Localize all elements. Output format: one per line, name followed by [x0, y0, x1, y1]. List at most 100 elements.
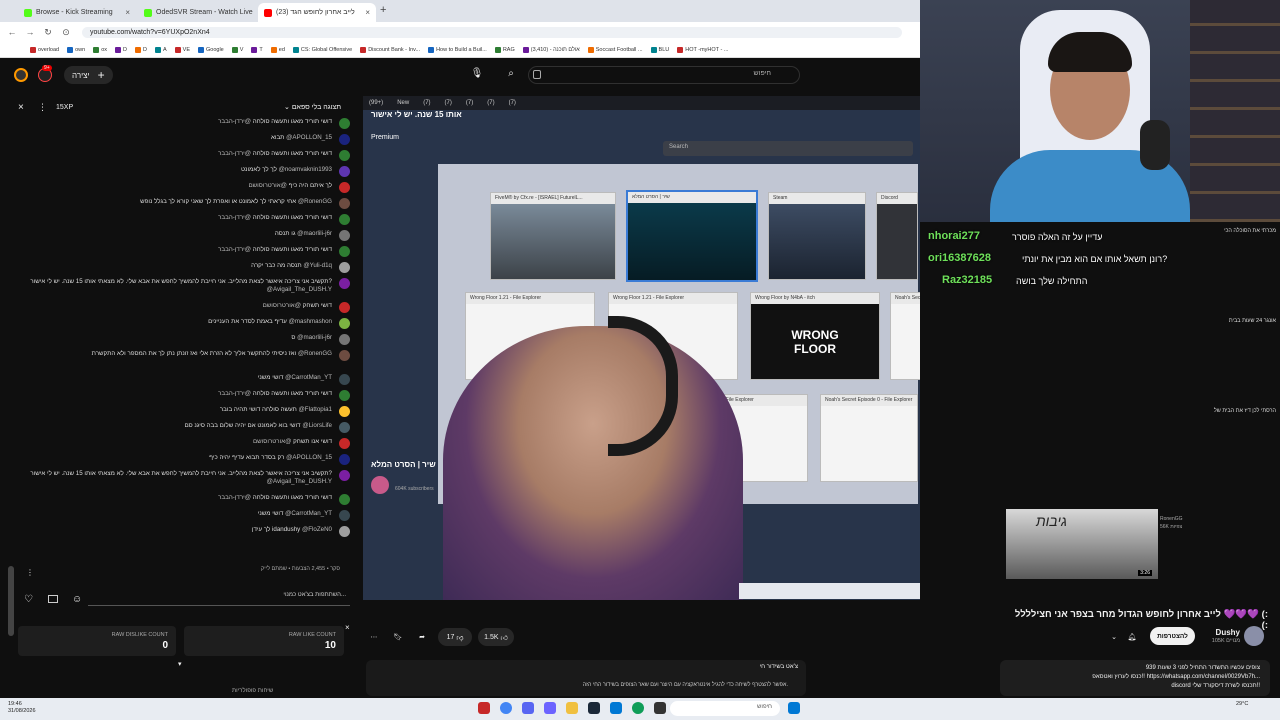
chat-avatar[interactable]	[339, 374, 350, 385]
bookmark-item[interactable]: D	[135, 46, 147, 53]
tab-kick-browse[interactable]: Browse - Kick Streaming ×	[18, 3, 136, 22]
chat-avatar[interactable]	[339, 182, 350, 193]
tab-odedsvr[interactable]: OdedSVR Stream - Watch Live ×	[138, 3, 256, 22]
chat-mode-dropdown[interactable]: ⌄ תצוגה בלי ספאם	[284, 103, 341, 111]
bookmark-item[interactable]: A	[154, 46, 167, 53]
chat-username[interactable]: @RonenGG	[298, 350, 332, 357]
chat-username[interactable]: @noamvaknin1993	[279, 166, 332, 173]
join-button[interactable]: להצטרפות	[1150, 627, 1195, 645]
picture-in-picture-icon[interactable]	[48, 595, 58, 603]
bookmark-item[interactable]: Soccast Football ...	[587, 46, 643, 53]
close-counter-icon[interactable]: ×	[345, 623, 350, 632]
chat-avatar[interactable]	[339, 262, 350, 273]
comments-sort-label[interactable]: שיחות פופולריות	[232, 688, 273, 694]
chat-avatar[interactable]	[339, 470, 350, 481]
account-avatar[interactable]	[14, 68, 28, 82]
bookmark-item[interactable]: Discount Bank - Inv...	[360, 46, 420, 53]
chat-avatar[interactable]	[339, 318, 350, 329]
close-chat-icon[interactable]: ×	[18, 102, 24, 113]
search-icon[interactable]: ⌕	[504, 68, 518, 82]
recommendation-thumbnail[interactable]: גיבות 3:26	[1006, 509, 1158, 579]
chat-username[interactable]: @ירדן-הבבר	[218, 214, 251, 221]
chat-avatar[interactable]	[339, 438, 350, 449]
chat-avatar[interactable]	[339, 510, 350, 521]
chat-message-input[interactable]: השתתפות בצ'אט כמנוי...	[88, 592, 350, 606]
chat-username[interactable]: @maorlili-j6r	[297, 334, 332, 341]
bookmark-item[interactable]: How to Build a Buil...	[428, 46, 487, 53]
reload-icon[interactable]: ↻	[42, 27, 54, 38]
back-icon[interactable]: ←	[6, 27, 18, 37]
bookmark-item[interactable]: RAG	[494, 46, 515, 53]
emoji-icon[interactable]: ☺	[72, 594, 82, 605]
bookmark-item[interactable]: Google	[198, 46, 224, 53]
chat-username[interactable]: @mashmashon	[289, 318, 332, 325]
keyboard-icon[interactable]	[533, 70, 541, 79]
chrome-icon[interactable]	[500, 702, 512, 714]
bookmark-item[interactable]: V	[231, 46, 243, 53]
bell-icon[interactable]: 🔔︎	[1124, 628, 1140, 646]
share-icon[interactable]: ➦	[414, 628, 430, 646]
chat-username[interactable]: @אורטרוסושם	[248, 182, 286, 189]
bookmark-item[interactable]: own	[67, 46, 85, 53]
taskbar-app-icon[interactable]	[478, 702, 490, 714]
chat-avatar[interactable]	[339, 526, 350, 537]
chat-username[interactable]: @אורטרוסושם	[253, 438, 291, 445]
bookmark-item[interactable]: overload	[30, 46, 59, 53]
chat-username[interactable]: @CarrotMan_YT	[285, 510, 332, 517]
chat-username[interactable]: @LiorsLife	[302, 422, 332, 429]
chat-avatar[interactable]	[339, 454, 350, 465]
chat-avatar[interactable]	[339, 214, 350, 225]
windows-start-icon[interactable]	[788, 702, 800, 714]
bookmark-item[interactable]: (3,410) - אולם תוכנה	[522, 46, 580, 53]
chat-avatar[interactable]	[339, 134, 350, 145]
taskbar-search[interactable]: חיפוש	[670, 701, 780, 716]
chevron-down-icon[interactable]: ⌄	[1104, 628, 1124, 646]
create-button[interactable]: יצירה +	[64, 66, 113, 84]
more-options-icon[interactable]: ⋮	[38, 102, 47, 113]
chat-avatar[interactable]	[339, 278, 350, 289]
microphone-icon[interactable]: 🎙	[470, 68, 484, 82]
chat-avatar[interactable]	[339, 302, 350, 313]
bookmark-item[interactable]: ox	[93, 46, 107, 53]
close-tab-icon[interactable]: ×	[125, 8, 130, 17]
chat-avatar[interactable]	[339, 118, 350, 129]
chat-username[interactable]: @ירדן-הבבר	[218, 150, 251, 157]
chat-username[interactable]: @RonenGG	[298, 198, 332, 205]
bookmark-item[interactable]: HOT -myHOT - ...	[677, 46, 728, 53]
search-input[interactable]: חיפוש	[528, 66, 800, 84]
bookmark-item[interactable]: ed	[270, 46, 285, 53]
url-field[interactable]: youtube.com/watch?v=6YUXpO2nXn4	[82, 26, 902, 38]
chat-avatar[interactable]	[339, 422, 350, 433]
save-icon[interactable]: 🔖︎	[390, 628, 406, 646]
more-icon[interactable]: ⋮	[26, 568, 34, 577]
discord-icon[interactable]	[522, 702, 534, 714]
notifications-icon[interactable]: 9+	[38, 65, 52, 82]
channel-name[interactable]: Dushy	[1200, 628, 1240, 637]
chat-avatar[interactable]	[339, 494, 350, 505]
chat-avatar[interactable]	[339, 406, 350, 417]
forward-icon[interactable]: →	[24, 27, 36, 37]
chat-username[interactable]: @ירדן-הבבר	[218, 390, 251, 397]
app-icon[interactable]	[654, 702, 666, 714]
chat-username[interactable]: @FloZeN0	[302, 526, 332, 533]
recommendation-title[interactable]: מכרתי את הסוכלה הכי	[1196, 228, 1276, 234]
heart-icon[interactable]: ♡	[24, 594, 33, 605]
chat-username[interactable]: @ירדן-הבבר	[218, 246, 251, 253]
chat-avatar[interactable]	[339, 350, 350, 361]
chat-username[interactable]: @Flattopia1	[299, 406, 332, 413]
chevron-down-icon[interactable]: ▾	[178, 660, 182, 668]
bookmark-item[interactable]: D	[115, 46, 127, 53]
bookmark-item[interactable]: BLU	[650, 46, 669, 53]
video-player[interactable]: (99+) New (7) (7) (7) (7) (7) אותו 15 שנה. יש …	[363, 96, 920, 600]
chat-username[interactable]: @maorlili-j6r	[297, 230, 332, 237]
weather-widget[interactable]: 29°C	[1236, 701, 1248, 708]
bookmark-item[interactable]: T	[251, 46, 263, 53]
tab-youtube-live[interactable]: לייב אחרון לחופש הגד (23) ×	[258, 3, 376, 22]
app-icon[interactable]	[610, 702, 622, 714]
chat-avatar[interactable]	[339, 334, 350, 345]
chat-username[interactable]: @ירדן-הבבר	[218, 494, 251, 501]
bookmark-item[interactable]: VE	[174, 46, 190, 53]
chat-username[interactable]: @Yuli-d1q	[303, 262, 332, 269]
close-tab-icon[interactable]: ×	[365, 8, 370, 17]
chat-username[interactable]: @ירדן-הבבר	[218, 118, 251, 125]
